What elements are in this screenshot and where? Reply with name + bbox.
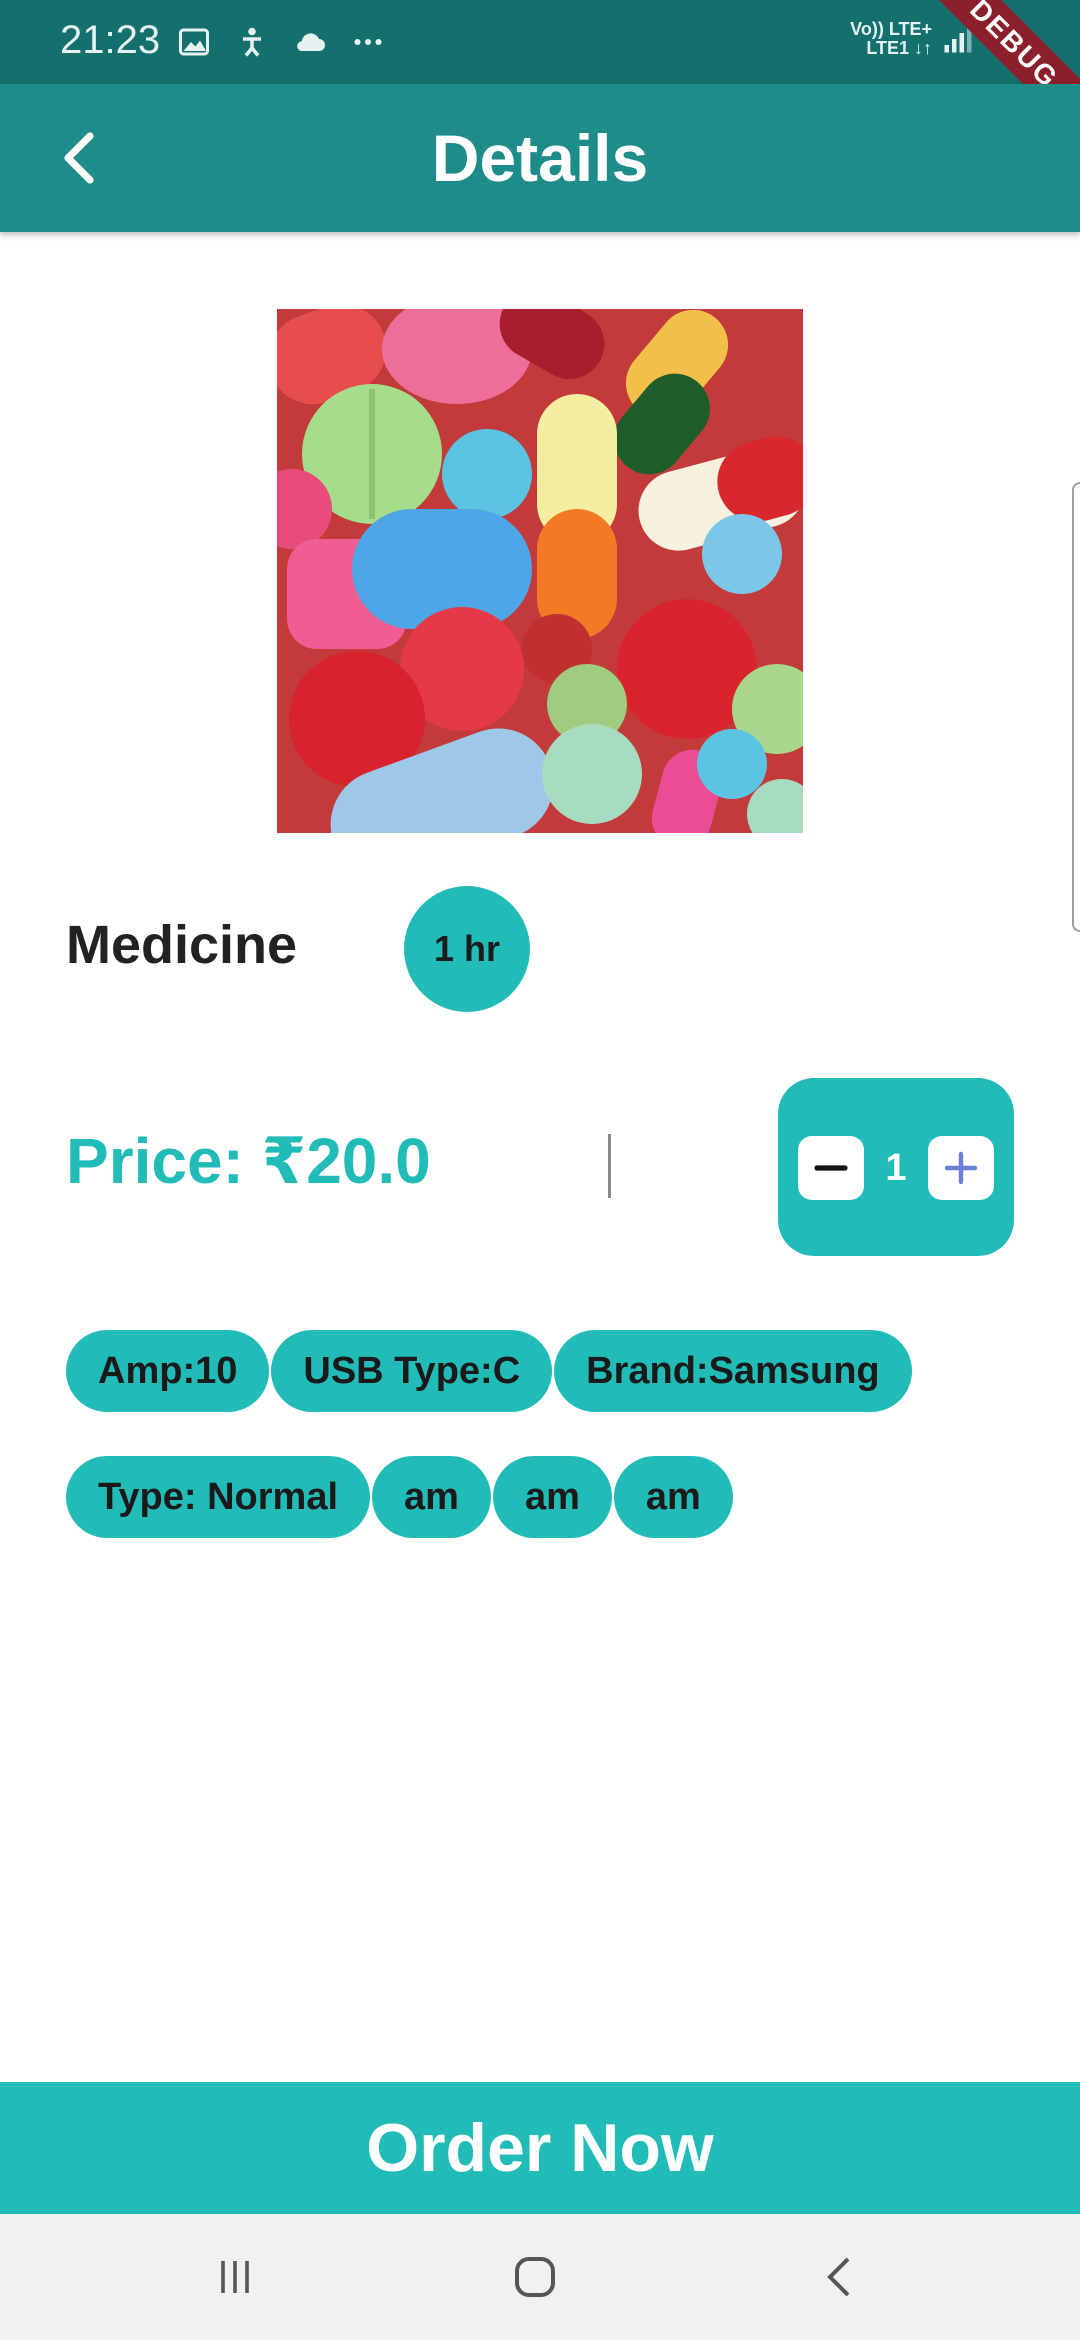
image-icon (179, 28, 209, 56)
minus-icon (814, 1165, 848, 1171)
pills-image (277, 309, 803, 833)
tags-row-2: Type: Normal am am am (66, 1456, 733, 1538)
network-line-1: Vo)) LTE+ (850, 19, 932, 39)
tag-chip: Brand:Samsung (554, 1330, 912, 1412)
tag-chip: am (372, 1456, 491, 1538)
cloud-icon (297, 33, 325, 51)
product-name: Medicine (66, 915, 298, 975)
quantity-stepper: 1 (778, 1078, 1014, 1256)
system-back-button[interactable] (795, 2242, 885, 2312)
status-bar: 21:23 Vo)) LTE+ LTE1 ↓↑ DEBUG (0, 0, 1080, 152)
tag-chip: am (492, 1456, 612, 1538)
status-notification-icons (176, 24, 386, 60)
price-label: Price: ₹20.0 (66, 1125, 431, 1197)
decrease-quantity-button[interactable] (798, 1136, 864, 1200)
tags-row-1: Amp:10 USB Type:C Brand:Samsung (66, 1330, 912, 1412)
tag-chip: Type: Normal (66, 1456, 371, 1538)
app-bar: Details (0, 84, 1080, 232)
recent-apps-button[interactable] (190, 2242, 280, 2312)
network-line-2: LTE1 ↓↑ (866, 38, 932, 58)
page-title: Details (431, 121, 649, 195)
increase-quantity-button[interactable] (928, 1136, 994, 1200)
scroll-indicator[interactable] (1072, 482, 1080, 932)
delivery-time-badge: 1 hr (404, 886, 530, 1012)
quantity-value: 1 (885, 1147, 907, 1189)
tag-chip: Amp:10 (66, 1330, 270, 1412)
recent-apps-icon (221, 2261, 249, 2293)
order-now-button[interactable]: Order Now (0, 2082, 1080, 2214)
accessibility-icon (243, 27, 261, 57)
tag-chip: USB Type:C (271, 1330, 553, 1412)
home-icon (515, 2257, 555, 2297)
back-arrow-icon (827, 2257, 850, 2297)
tag-chip: am (613, 1456, 733, 1538)
network-indicator: Vo)) LTE+ LTE1 ↓↑ (850, 20, 932, 58)
home-button[interactable] (490, 2242, 580, 2312)
status-time: 21:23 (60, 18, 161, 62)
system-navigation-bar (0, 2214, 1080, 2340)
plus-icon (944, 1151, 978, 1185)
product-image (277, 309, 803, 833)
divider (608, 1134, 611, 1198)
more-dots-icon (354, 39, 382, 45)
